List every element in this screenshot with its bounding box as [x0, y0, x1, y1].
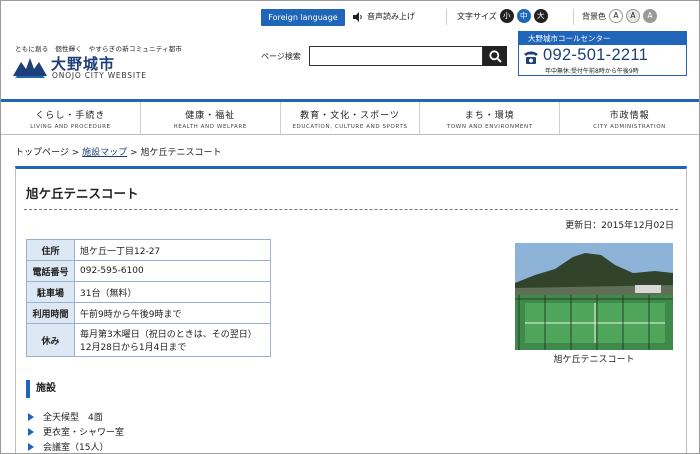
facility-photo [515, 243, 673, 350]
nav-sublabel: HEALTH AND WELFARE [173, 124, 247, 130]
list-item: 全天候型 4面 [28, 409, 124, 424]
page-frame: ともに創る 個性輝く やすらぎの新コミュニティ都市 大野城市 ONOJO CIT… [0, 0, 700, 454]
list-item: 会議室（15人） [28, 439, 124, 453]
table-row: 休み 毎月第3木曜日（祝日のときは、その翌日） 12月28日から1月4日まで [26, 323, 271, 357]
bg-dark-button[interactable]: A [643, 9, 657, 23]
list-item: 更衣室・シャワー室 [28, 424, 124, 439]
search-input[interactable] [309, 46, 483, 66]
call-center-number[interactable]: 092-501-2211 [543, 46, 648, 65]
voice-reading-button[interactable]: 音声読み上げ [353, 11, 415, 22]
tennis-court-photo-image [515, 243, 673, 350]
nav-sublabel: LIVING AND PROCEDURE [30, 124, 111, 130]
search-icon [488, 49, 502, 63]
background-color-control: 背景色 A A A [582, 9, 657, 23]
list-item-label: 更衣室・シャワー室 [43, 428, 125, 438]
photo-caption: 旭ケ丘テニスコート [553, 355, 635, 365]
nav-item-health[interactable]: 健康・福祉 HEALTH AND WELFARE [141, 102, 281, 134]
table-header-cell: 休み [26, 323, 75, 357]
divider [24, 209, 678, 210]
breadcrumb-home[interactable]: トップページ [15, 148, 69, 158]
triangle-bullet-icon [28, 442, 34, 451]
table-cell: 毎月第3木曜日（祝日のときは、その翌日） 12月28日から1月4日まで [74, 323, 271, 357]
facility-list: 全天候型 4面 更衣室・シャワー室 会議室（15人） [28, 409, 124, 453]
nav-label: くらし・手続き [35, 111, 106, 121]
city-logo-icon[interactable] [13, 56, 47, 78]
table-header-cell: 電話番号 [26, 260, 75, 282]
table-header-cell: 利用時間 [26, 302, 75, 324]
divider [573, 9, 574, 25]
table-cell: 午前9時から午後9時まで [74, 302, 271, 324]
font-size-label: 文字サイズ [457, 11, 497, 21]
nav-label: まち・環境 [464, 111, 515, 121]
site-header: ともに創る 個性輝く やすらぎの新コミュニティ都市 大野城市 ONOJO CIT… [1, 1, 699, 99]
divider [446, 9, 447, 25]
global-nav: くらし・手続き LIVING AND PROCEDURE 健康・福祉 HEALT… [1, 99, 699, 135]
facility-info-table: 住所 旭ケ丘一丁目12-27 電話番号 092-595-6100 駐車場 31台… [26, 239, 271, 357]
font-size-large-button[interactable]: 大 [533, 9, 548, 23]
search-label: ページ検索 [261, 52, 301, 61]
breadcrumb-separator: > [130, 148, 138, 158]
breadcrumb-facility-map-link[interactable]: 施設マップ [82, 148, 127, 158]
table-row: 駐車場 31台（無料） [26, 281, 271, 303]
nav-item-administration[interactable]: 市政情報 CITY ADMINISTRATION [560, 102, 699, 134]
nav-sublabel: EDUCATION, CULTURE AND SPORTS [292, 124, 408, 130]
table-row: 住所 旭ケ丘一丁目12-27 [26, 239, 271, 261]
closed-days-line: 12月28日から1月4日まで [80, 343, 187, 353]
nav-item-town[interactable]: まち・環境 TOWN AND ENVIRONMENT [420, 102, 561, 134]
table-cell: 旭ケ丘一丁目12-27 [74, 239, 271, 261]
bg-white-button[interactable]: A [609, 9, 623, 23]
list-item-label: 会議室（15人） [43, 443, 109, 453]
nav-sublabel: TOWN AND ENVIRONMENT [446, 124, 533, 130]
search-button[interactable] [483, 46, 507, 66]
font-size-small-button[interactable]: 小 [499, 9, 514, 23]
font-size-medium-button[interactable]: 中 [516, 9, 531, 23]
font-size-control: 文字サイズ 小 中 大 [457, 9, 548, 23]
nav-item-education[interactable]: 教育・文化・スポーツ EDUCATION, CULTURE AND SPORTS [281, 102, 421, 134]
foreign-language-button[interactable]: Foreign language [261, 9, 345, 26]
breadcrumb-current: 旭ケ丘テニスコート [140, 148, 222, 158]
breadcrumb-separator: > [71, 148, 80, 158]
table-row: 電話番号 092-595-6100 [26, 260, 271, 282]
breadcrumb: トップページ > 施設マップ > 旭ケ丘テニスコート [15, 145, 221, 158]
nav-label: 健康・福祉 [185, 111, 236, 121]
table-header-cell: 住所 [26, 239, 75, 261]
table-cell: 31台（無料） [74, 281, 271, 303]
triangle-bullet-icon [28, 412, 34, 421]
phone-icon [524, 51, 538, 64]
speaker-icon [353, 11, 362, 22]
bg-gray-button[interactable]: A [626, 9, 640, 23]
triangle-bullet-icon [28, 427, 34, 436]
call-center-title: 大野城市コールセンター [519, 32, 686, 45]
table-row: 利用時間 午前9時から午後9時まで [26, 302, 271, 324]
nav-sublabel: CITY ADMINISTRATION [593, 124, 666, 130]
content-panel: 旭ケ丘テニスコート 更新日：2015年12月02日 住所 旭ケ丘一丁目12-27… [15, 166, 687, 453]
background-color-label: 背景色 [582, 11, 606, 21]
nav-item-living[interactable]: くらし・手続き LIVING AND PROCEDURE [1, 102, 141, 134]
updated-date: 更新日：2015年12月02日 [565, 221, 674, 231]
voice-reading-label: 音声読み上げ [367, 12, 415, 21]
nav-label: 教育・文化・スポーツ [300, 111, 400, 121]
list-item-label: 全天候型 4面 [43, 413, 103, 423]
logo-tagline: ともに創る 個性輝く やすらぎの新コミュニティ都市 [15, 45, 183, 53]
table-cell: 092-595-6100 [74, 260, 271, 282]
section-heading: 施設 [26, 380, 56, 398]
call-center-hours: 年中無休:受付午前8時から午後9時 [545, 68, 639, 75]
table-header-cell: 駐車場 [26, 281, 75, 303]
page-title: 旭ケ丘テニスコート [26, 186, 139, 201]
nav-label: 市政情報 [609, 111, 650, 121]
logo-subtitle: ONOJO CITY WEBSITE [52, 71, 147, 80]
call-center-box: 大野城市コールセンター 092-501-2211 年中無休:受付午前8時から午後… [518, 31, 687, 76]
closed-days-line: 毎月第3木曜日（祝日のときは、その翌日） [80, 330, 257, 340]
